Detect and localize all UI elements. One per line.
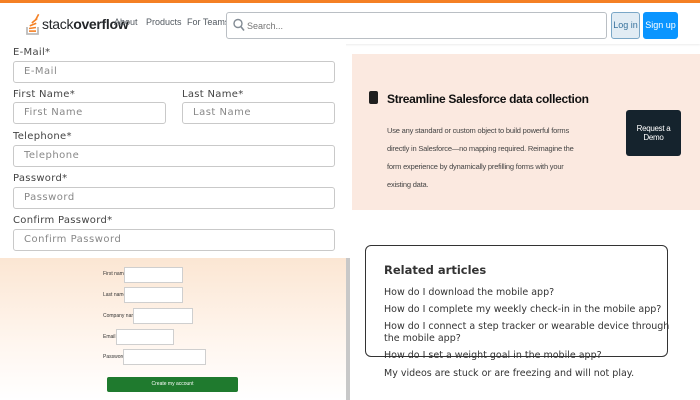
last-name-field[interactable]: Last Name bbox=[182, 102, 335, 124]
login-button[interactable]: Log in bbox=[611, 12, 640, 39]
search-icon bbox=[233, 18, 245, 32]
stackoverflow-logo[interactable]: stackoverflow bbox=[26, 11, 129, 37]
signup-button[interactable]: Sign up bbox=[643, 12, 678, 39]
related-link[interactable]: My videos are stuck or are freezing and … bbox=[384, 368, 674, 380]
banner-title: Streamline Salesforce data collection bbox=[387, 92, 589, 106]
logo-text-light: stack bbox=[42, 16, 74, 32]
divider bbox=[346, 258, 350, 400]
banner-body: Use any standard or custom object to bui… bbox=[387, 126, 574, 189]
related-link[interactable]: How do I complete my weekly check-in in … bbox=[384, 304, 674, 316]
salesforce-banner: Streamline Salesforce data collection Us… bbox=[352, 54, 700, 210]
mini-last-name-input[interactable] bbox=[124, 287, 183, 303]
mini-company-input[interactable] bbox=[133, 308, 193, 324]
search-box[interactable] bbox=[226, 12, 607, 39]
confirm-password-label: Confirm Password* bbox=[13, 215, 113, 226]
last-name-label: Last Name* bbox=[182, 89, 244, 100]
signup-mini-form: First name Last name Company name Email … bbox=[0, 258, 346, 400]
nav-for-teams[interactable]: For Teams bbox=[187, 17, 229, 27]
nav-products[interactable]: Products bbox=[146, 17, 182, 27]
telephone-label: Telephone* bbox=[13, 131, 72, 142]
mini-email-input[interactable] bbox=[116, 329, 174, 345]
document-icon bbox=[369, 91, 378, 104]
confirm-password-field[interactable]: Confirm Password bbox=[13, 229, 335, 251]
mini-password-label: Password bbox=[103, 354, 125, 360]
related-link[interactable]: How do I download the mobile app? bbox=[384, 287, 674, 299]
password-label: Password* bbox=[13, 173, 68, 184]
registration-form: E-Mail* E-Mail First Name* First Name La… bbox=[0, 44, 346, 258]
email-label: E-Mail* bbox=[13, 47, 51, 58]
email-field[interactable]: E-Mail bbox=[13, 61, 335, 83]
related-link[interactable]: How do I set a weight goal in the mobile… bbox=[384, 350, 674, 362]
related-link[interactable]: How do I connect a step tracker or weara… bbox=[384, 321, 674, 345]
mini-first-name-input[interactable] bbox=[124, 267, 183, 283]
top-bar: stackoverflow About Products For Teams L… bbox=[0, 0, 700, 44]
mini-password-input[interactable] bbox=[123, 349, 206, 365]
stackoverflow-logo-icon bbox=[26, 13, 40, 35]
request-demo-button[interactable]: Request a Demo bbox=[626, 110, 681, 156]
password-field[interactable]: Password bbox=[13, 187, 335, 209]
mini-email-label: Email bbox=[103, 334, 116, 340]
related-articles-title: Related articles bbox=[384, 263, 487, 277]
mini-last-name-label: Last name bbox=[103, 292, 127, 298]
nav-about[interactable]: About bbox=[114, 17, 138, 27]
search-input[interactable] bbox=[247, 17, 597, 35]
screenshot-root: stackoverflow About Products For Teams L… bbox=[0, 0, 700, 400]
telephone-field[interactable]: Telephone bbox=[13, 145, 335, 167]
first-name-field[interactable]: First Name bbox=[13, 102, 166, 124]
create-account-button[interactable]: Create my account bbox=[107, 377, 238, 392]
first-name-label: First Name* bbox=[13, 89, 76, 100]
